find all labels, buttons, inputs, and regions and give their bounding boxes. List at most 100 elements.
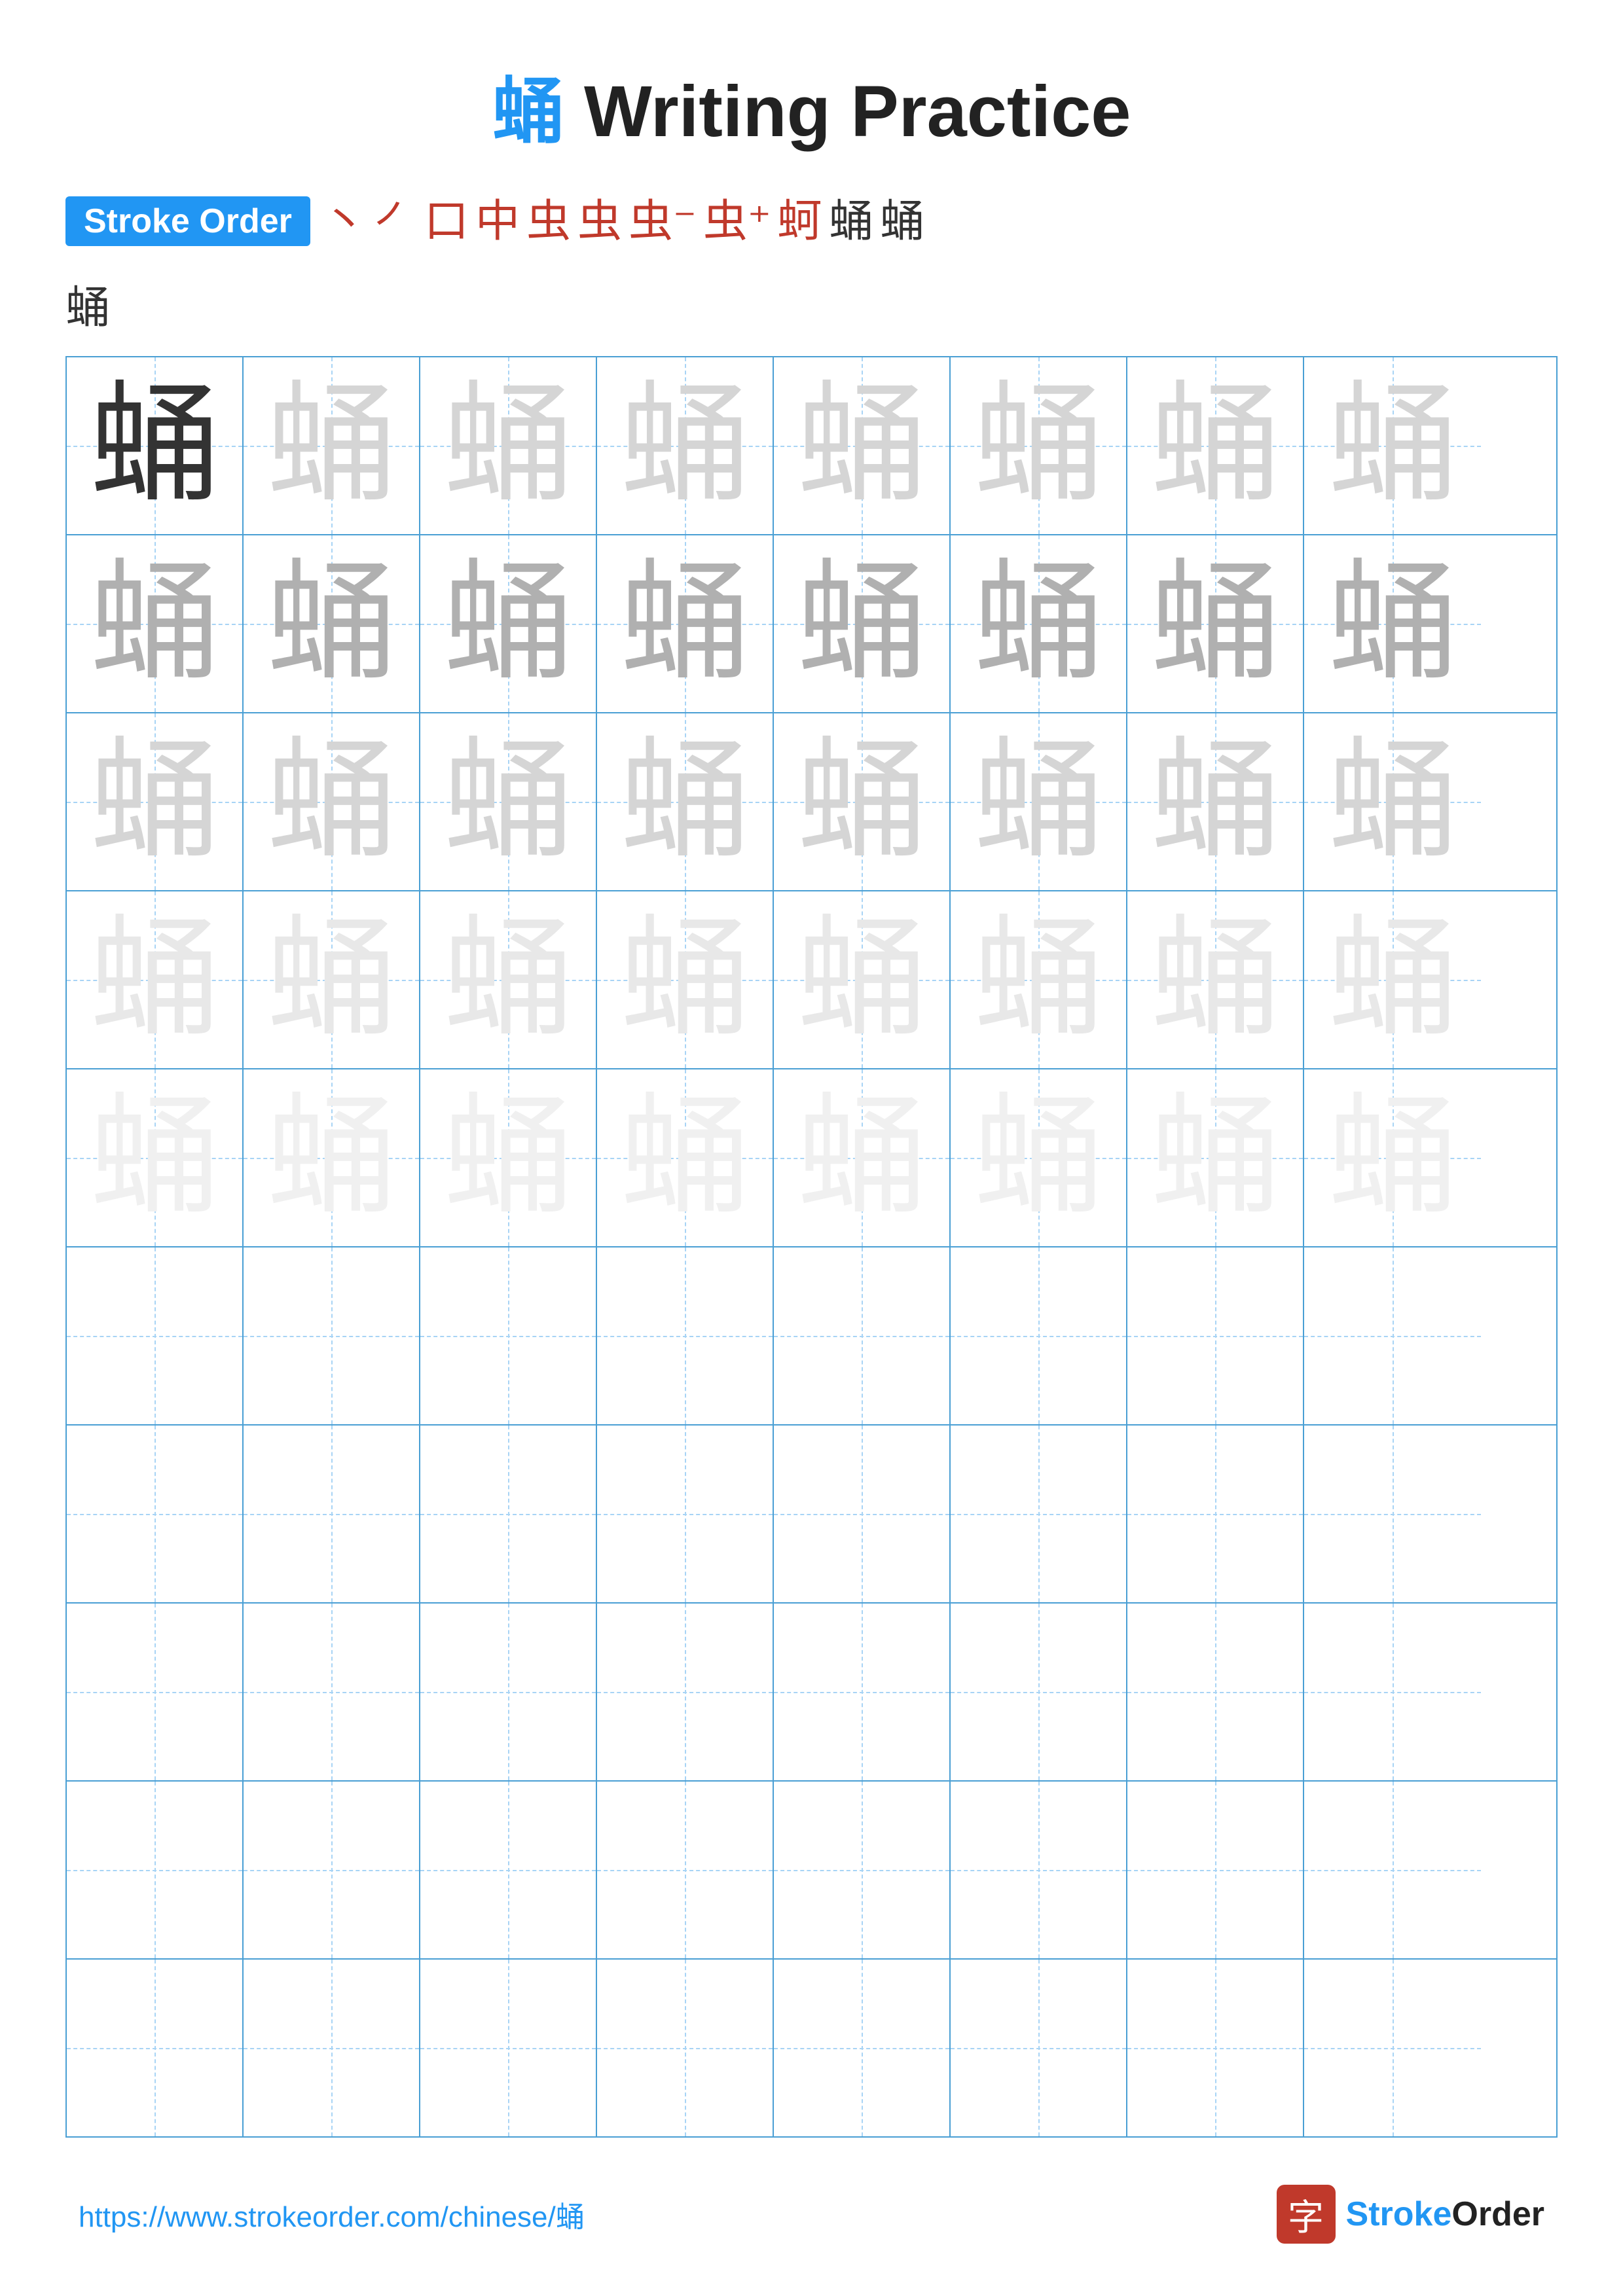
grid-cell-7-6 (951, 1426, 1127, 1602)
footer: https://www.strokeorder.com/chinese/蛹 字 … (0, 2185, 1623, 2244)
grid-cell-3-6: 蛹 (951, 713, 1127, 890)
stroke-step-10: 蛹 (829, 199, 873, 243)
grid-cell-5-6: 蛹 (951, 1069, 1127, 1246)
grid-row-1: 蛹 蛹 蛹 蛹 蛹 蛹 蛹 蛹 (67, 357, 1556, 535)
grid-cell-3-1: 蛹 (67, 713, 244, 890)
grid-cell-10-4 (597, 1960, 774, 2136)
practice-grid: 蛹 蛹 蛹 蛹 蛹 蛹 蛹 蛹 蛹 蛹 蛹 蛹 蛹 蛹 蛹 蛹 蛹 蛹 蛹 蛹 … (65, 356, 1558, 2138)
footer-logo: 字 StrokeOrder (1277, 2185, 1544, 2244)
grid-cell-6-1 (67, 1247, 244, 1424)
grid-cell-6-6 (951, 1247, 1127, 1424)
grid-row-5: 蛹 蛹 蛹 蛹 蛹 蛹 蛹 蛹 (67, 1069, 1556, 1247)
grid-row-8 (67, 1604, 1556, 1782)
grid-row-3: 蛹 蛹 蛹 蛹 蛹 蛹 蛹 蛹 (67, 713, 1556, 891)
grid-cell-8-4 (597, 1604, 774, 1780)
grid-cell-9-4 (597, 1782, 774, 1958)
footer-logo-icon: 字 (1277, 2185, 1336, 2244)
grid-cell-5-5: 蛹 (774, 1069, 951, 1246)
page-title: 蛹 Writing Practice (0, 0, 1623, 196)
grid-cell-4-2: 蛹 (244, 891, 420, 1068)
grid-row-7 (67, 1426, 1556, 1604)
grid-cell-10-1 (67, 1960, 244, 2136)
grid-cell-1-6: 蛹 (951, 357, 1127, 534)
stroke-order-section: Stroke Order 丶 ㇒ 口 中 虫 虫 虫⁻ 虫⁺ 蚵 蛹 蛹 (65, 196, 1558, 246)
grid-cell-2-3: 蛹 (420, 535, 597, 712)
grid-cell-6-5 (774, 1247, 951, 1424)
grid-cell-6-8 (1304, 1247, 1481, 1424)
grid-cell-7-2 (244, 1426, 420, 1602)
grid-row-10 (67, 1960, 1556, 2136)
grid-cell-2-1: 蛹 (67, 535, 244, 712)
grid-cell-1-1: 蛹 (67, 357, 244, 534)
grid-cell-6-3 (420, 1247, 597, 1424)
stroke-order-badge: Stroke Order (65, 196, 310, 246)
grid-cell-1-3: 蛹 (420, 357, 597, 534)
grid-row-9 (67, 1782, 1556, 1960)
grid-cell-10-6 (951, 1960, 1127, 2136)
grid-cell-1-2: 蛹 (244, 357, 420, 534)
grid-cell-4-6: 蛹 (951, 891, 1127, 1068)
stroke-step-3: 口 (424, 199, 469, 243)
footer-url[interactable]: https://www.strokeorder.com/chinese/蛹 (79, 2193, 585, 2235)
grid-cell-9-6 (951, 1782, 1127, 1958)
grid-cell-10-5 (774, 1960, 951, 2136)
grid-cell-9-5 (774, 1782, 951, 1958)
grid-cell-6-4 (597, 1247, 774, 1424)
grid-cell-8-5 (774, 1604, 951, 1780)
grid-cell-1-4: 蛹 (597, 357, 774, 534)
grid-row-6 (67, 1247, 1556, 1426)
grid-cell-4-3: 蛹 (420, 891, 597, 1068)
grid-cell-8-1 (67, 1604, 244, 1780)
footer-logo-text: StrokeOrder (1346, 2195, 1544, 2234)
grid-cell-5-2: 蛹 (244, 1069, 420, 1246)
grid-cell-5-3: 蛹 (420, 1069, 597, 1246)
stroke-last-char: 蛹 (65, 283, 110, 332)
grid-cell-4-1: 蛹 (67, 891, 244, 1068)
grid-row-2: 蛹 蛹 蛹 蛹 蛹 蛹 蛹 蛹 (67, 535, 1556, 713)
grid-cell-9-8 (1304, 1782, 1481, 1958)
grid-cell-3-4: 蛹 (597, 713, 774, 890)
grid-cell-8-2 (244, 1604, 420, 1780)
stroke-sequence: 丶 ㇒ 口 中 虫 虫 虫⁻ 虫⁺ 蚵 蛹 蛹 (322, 199, 924, 243)
grid-cell-6-2 (244, 1247, 420, 1424)
grid-cell-5-1: 蛹 (67, 1069, 244, 1246)
stroke-step-8: 虫⁺ (703, 199, 771, 243)
grid-cell-7-5 (774, 1426, 951, 1602)
grid-cell-1-5: 蛹 (774, 357, 951, 534)
grid-cell-9-1 (67, 1782, 244, 1958)
grid-cell-1-8: 蛹 (1304, 357, 1481, 534)
grid-cell-2-4: 蛹 (597, 535, 774, 712)
grid-cell-2-8: 蛹 (1304, 535, 1481, 712)
grid-cell-4-7: 蛹 (1127, 891, 1304, 1068)
title-char: 蛹 (492, 72, 564, 152)
stroke-step-1: 丶 (322, 199, 367, 243)
stroke-step-4: 中 (475, 199, 520, 243)
grid-row-4: 蛹 蛹 蛹 蛹 蛹 蛹 蛹 蛹 (67, 891, 1556, 1069)
grid-cell-3-5: 蛹 (774, 713, 951, 890)
grid-cell-5-7: 蛹 (1127, 1069, 1304, 1246)
grid-cell-10-3 (420, 1960, 597, 2136)
grid-cell-9-3 (420, 1782, 597, 1958)
stroke-step-11: 蛹 (880, 199, 924, 243)
title-text: Writing Practice (564, 71, 1131, 152)
grid-cell-3-8: 蛹 (1304, 713, 1481, 890)
stroke-step-7: 虫⁻ (629, 199, 697, 243)
grid-cell-7-7 (1127, 1426, 1304, 1602)
grid-cell-2-6: 蛹 (951, 535, 1127, 712)
grid-cell-7-3 (420, 1426, 597, 1602)
grid-cell-5-4: 蛹 (597, 1069, 774, 1246)
grid-cell-2-5: 蛹 (774, 535, 951, 712)
grid-cell-7-4 (597, 1426, 774, 1602)
grid-cell-6-7 (1127, 1247, 1304, 1424)
grid-cell-8-8 (1304, 1604, 1481, 1780)
stroke-step-9: 蚵 (778, 199, 822, 243)
grid-cell-7-8 (1304, 1426, 1481, 1602)
grid-cell-5-8: 蛹 (1304, 1069, 1481, 1246)
grid-cell-4-4: 蛹 (597, 891, 774, 1068)
stroke-step-5: 虫 (526, 199, 571, 243)
grid-cell-10-2 (244, 1960, 420, 2136)
grid-cell-9-2 (244, 1782, 420, 1958)
stroke-step-6: 虫 (577, 199, 622, 243)
grid-cell-7-1 (67, 1426, 244, 1602)
grid-cell-3-2: 蛹 (244, 713, 420, 890)
